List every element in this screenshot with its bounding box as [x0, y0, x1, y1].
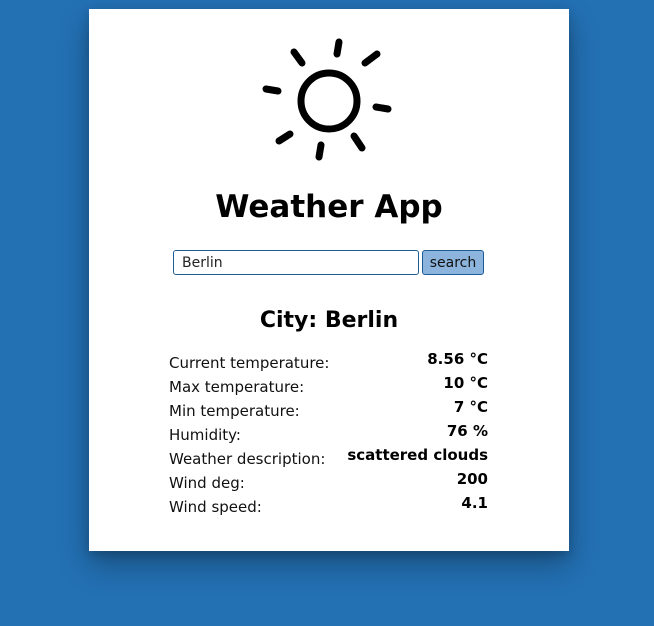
stat-row-wind-deg: Wind deg: 200: [169, 470, 488, 495]
stat-label: Wind speed:: [169, 498, 262, 516]
stat-label: Current temperature:: [169, 354, 330, 372]
weather-card: Weather App search City: Berlin Current …: [89, 9, 569, 551]
stat-label: Min temperature:: [169, 402, 300, 420]
stat-label: Weather description:: [169, 450, 326, 468]
stat-value: 200: [456, 470, 488, 488]
stat-value: 8.56 °C: [427, 350, 488, 368]
stat-value: 4.1: [461, 494, 488, 512]
stat-value: 76 %: [446, 422, 488, 440]
stat-row-min-temperature: Min temperature: 7 °C: [169, 398, 488, 423]
stat-label: Humidity:: [169, 426, 241, 444]
city-search-input[interactable]: [173, 250, 419, 275]
stat-value: scattered clouds: [347, 446, 488, 464]
weather-stats: Current temperature: 8.56 °C Max tempera…: [169, 350, 488, 519]
sun-icon: [262, 38, 392, 161]
stat-row-humidity: Humidity: 76 %: [169, 422, 488, 447]
stat-row-weather-description: Weather description: scattered clouds: [169, 446, 488, 471]
stat-label: Max temperature:: [169, 378, 305, 396]
stat-row-current-temperature: Current temperature: 8.56 °C: [169, 350, 488, 375]
stat-row-max-temperature: Max temperature: 10 °C: [169, 374, 488, 399]
stat-row-wind-speed: Wind speed: 4.1: [169, 494, 488, 519]
search-bar: search: [173, 250, 484, 275]
city-heading: City: Berlin: [259, 308, 399, 333]
stat-value: 10 °C: [443, 374, 488, 392]
stat-value: 7 °C: [453, 398, 488, 416]
search-button[interactable]: search: [422, 250, 484, 275]
stat-label: Wind deg:: [169, 474, 245, 492]
app-title: Weather App: [215, 189, 443, 225]
